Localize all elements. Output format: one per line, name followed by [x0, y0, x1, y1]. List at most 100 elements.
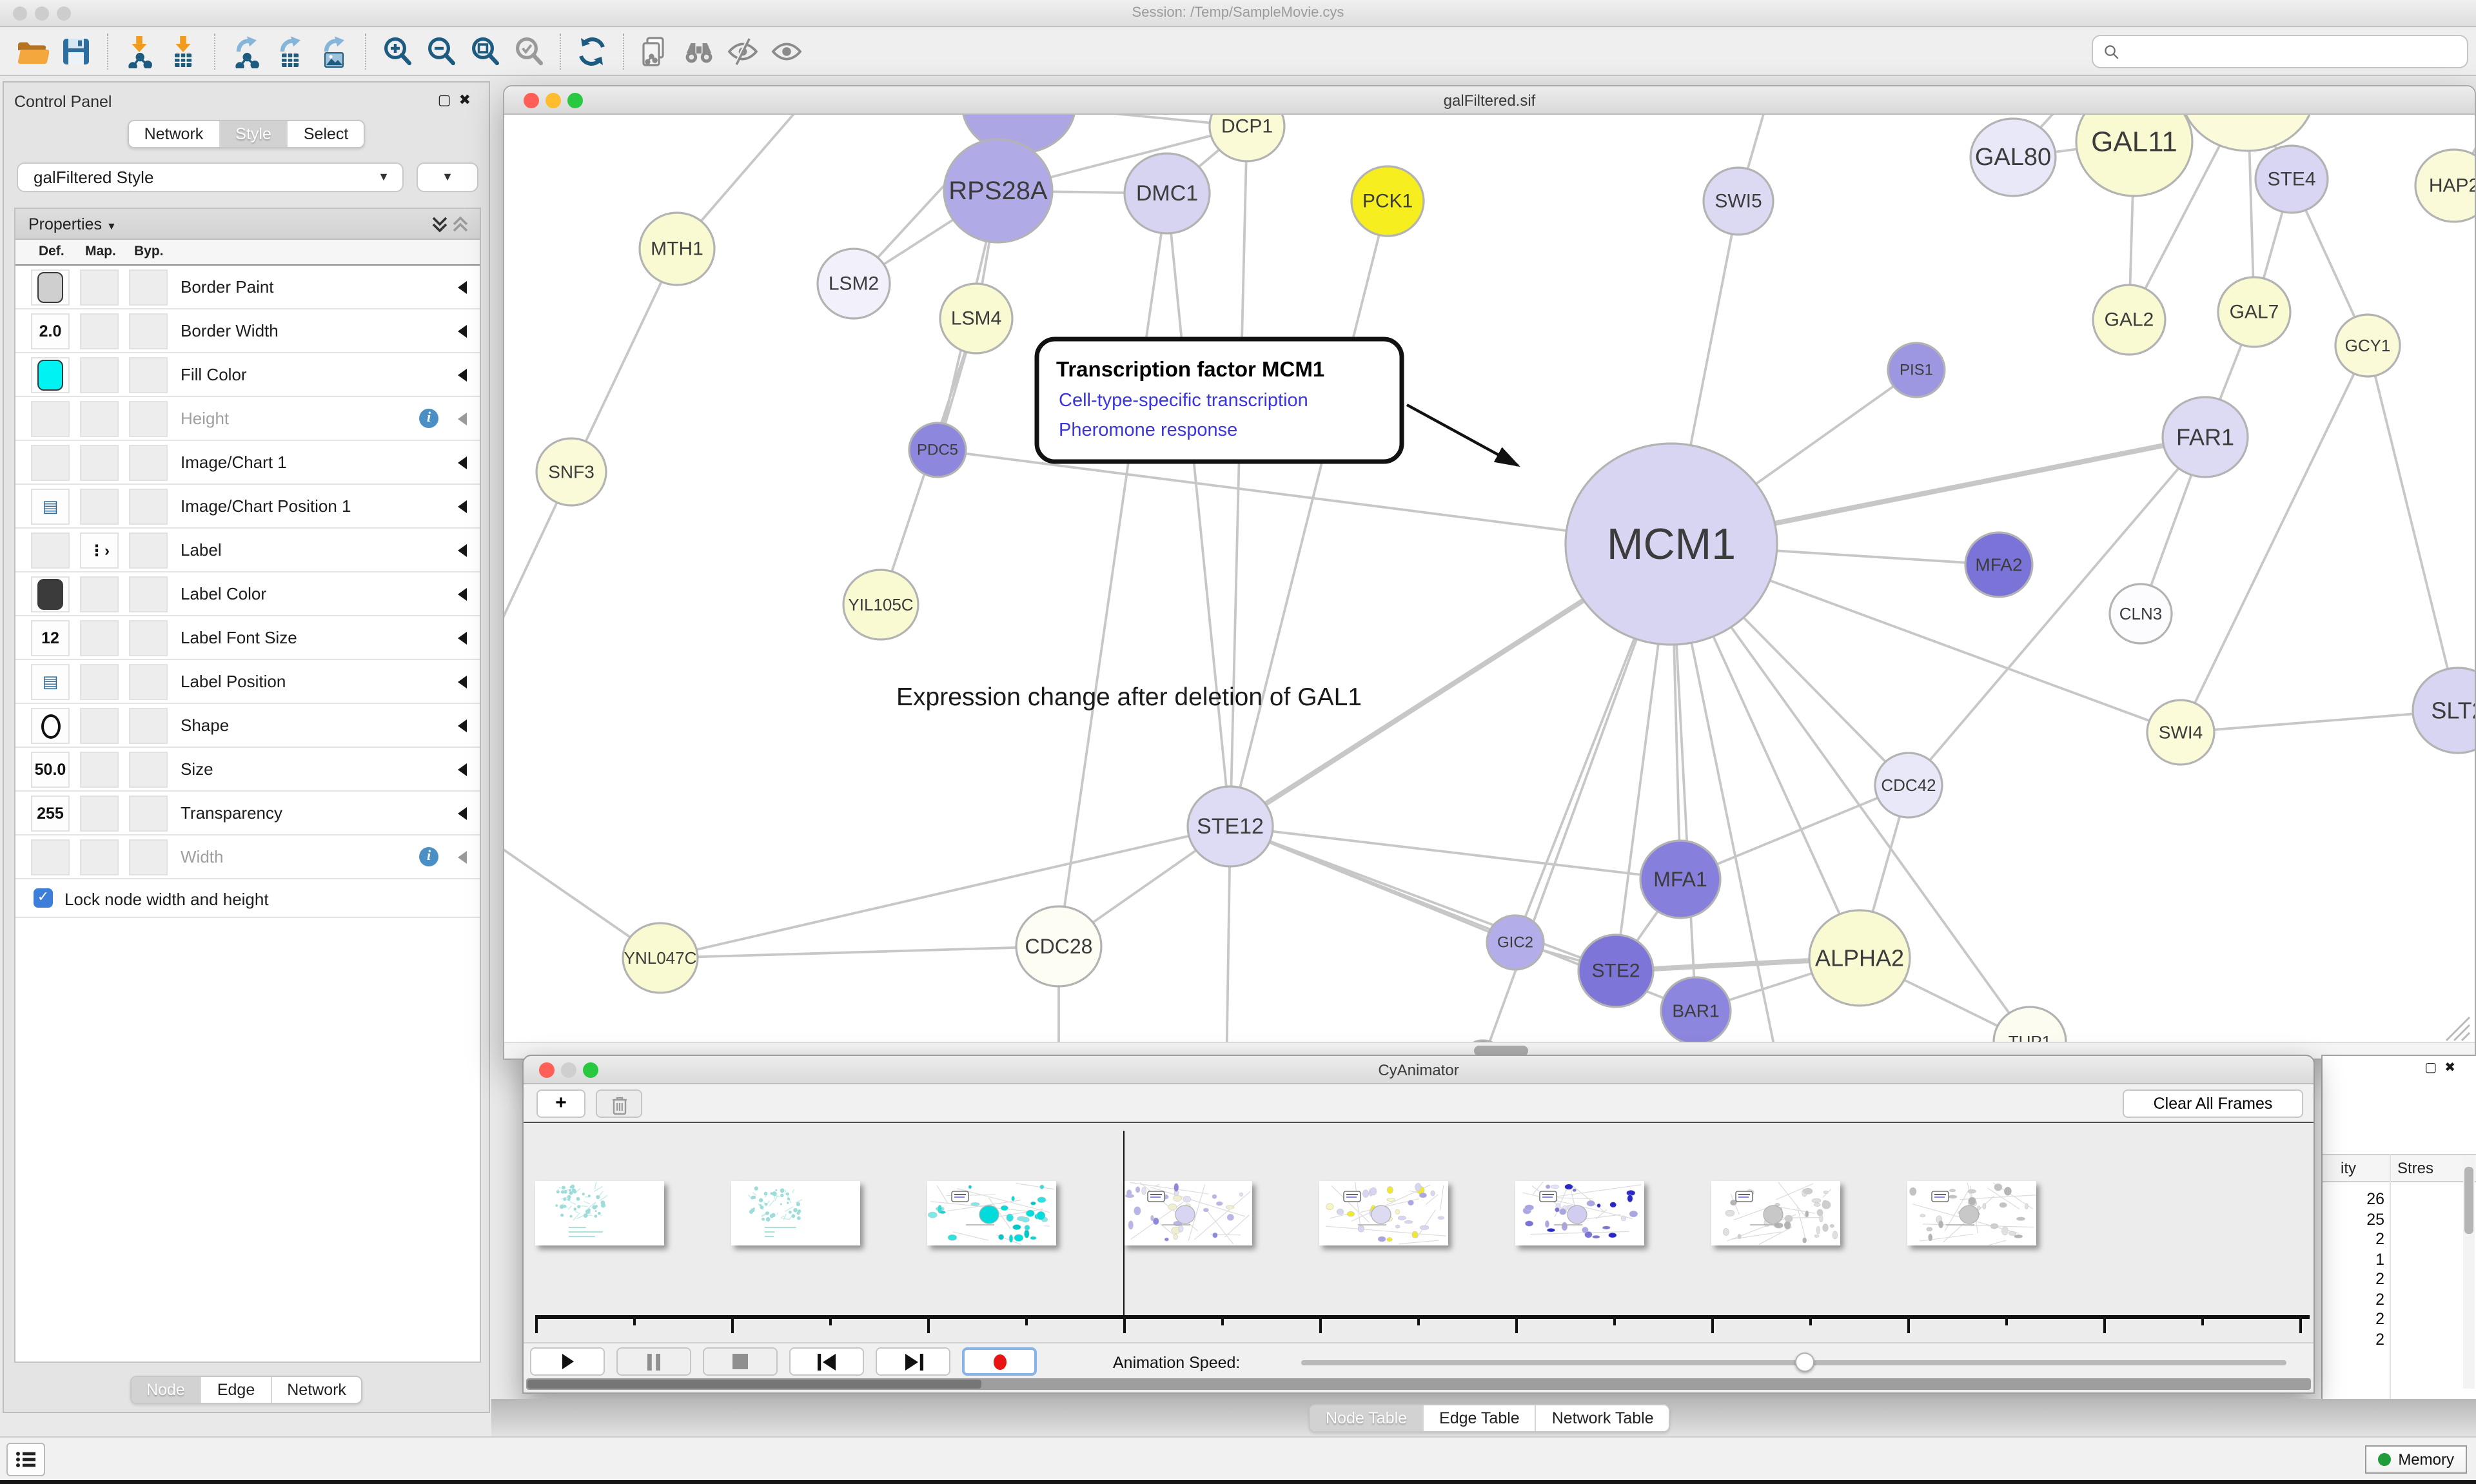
refresh-view-button[interactable]	[573, 32, 611, 71]
cell-byp[interactable]	[129, 357, 168, 393]
property-row-image-chart-position-1[interactable]: ▤Image/Chart Position 1	[15, 485, 480, 529]
cell-map[interactable]	[80, 445, 119, 481]
expand-arrow-icon[interactable]	[458, 763, 467, 776]
float-panel-icon[interactable]: ▢	[2424, 1061, 2444, 1075]
expand-arrow-icon[interactable]	[458, 281, 467, 294]
cell-def[interactable]	[31, 357, 70, 393]
property-row-border-paint[interactable]: Border Paint	[15, 266, 480, 309]
cell-def[interactable]	[31, 269, 70, 306]
cell-map[interactable]	[80, 752, 119, 788]
expand-arrow-icon[interactable]	[458, 632, 467, 645]
tab-network[interactable]: Network	[270, 1377, 362, 1403]
table-column-headers[interactable]: ity Stres	[2323, 1154, 2476, 1182]
table-row[interactable]: 2	[2323, 1230, 2384, 1248]
property-row-image-chart-1[interactable]: Image/Chart 1	[15, 441, 480, 485]
frame-thumbnail-5[interactable]	[1515, 1181, 1644, 1245]
cell-byp[interactable]	[129, 664, 168, 700]
cell-def[interactable]: 12	[31, 620, 70, 656]
table-row[interactable]: 1	[2323, 1250, 2384, 1268]
cell-map[interactable]	[80, 269, 119, 306]
zoom-fit-button[interactable]	[466, 32, 504, 71]
frame-thumbnail-4[interactable]	[1319, 1181, 1448, 1245]
cell-byp[interactable]	[129, 489, 168, 525]
property-row-label[interactable]: ⋮›Label	[15, 529, 480, 572]
open-session-button[interactable]	[13, 32, 52, 71]
tab-network-table[interactable]: Network Table	[1535, 1405, 1669, 1431]
cell-byp[interactable]	[129, 401, 168, 437]
property-row-label-font-size[interactable]: 12Label Font Size	[15, 616, 480, 660]
close-icon[interactable]	[539, 1062, 555, 1078]
frame-thumbnail-3[interactable]	[1123, 1181, 1252, 1245]
property-row-height[interactable]: Heighti	[15, 397, 480, 441]
add-frame-button[interactable]: +	[536, 1089, 585, 1118]
cyanimator-titlebar[interactable]: CyAnimator	[524, 1056, 2314, 1084]
show-panels-button[interactable]	[6, 1443, 45, 1476]
cell-byp[interactable]	[129, 532, 168, 569]
cell-map[interactable]	[80, 489, 119, 525]
property-row-size[interactable]: 50.0Size	[15, 748, 480, 792]
cell-def[interactable]: ▤	[31, 489, 70, 525]
frame-thumbnail-0[interactable]	[535, 1181, 664, 1245]
color-swatch[interactable]	[37, 272, 63, 303]
lock-checkbox[interactable]: ✓	[34, 888, 53, 908]
cell-map[interactable]	[80, 313, 119, 349]
float-panel-icon[interactable]: ▢	[438, 93, 459, 108]
pause-button[interactable]	[616, 1347, 691, 1376]
cell-map[interactable]	[80, 620, 119, 656]
frame-thumbnail-1[interactable]	[731, 1181, 860, 1245]
minimize-icon[interactable]	[545, 93, 561, 108]
cell-map[interactable]	[80, 796, 119, 832]
table-row[interactable]: 2	[2323, 1290, 2384, 1308]
cell-map[interactable]	[80, 401, 119, 437]
zoom-in-button[interactable]	[378, 32, 417, 71]
record-button[interactable]	[962, 1347, 1037, 1376]
frame-thumbnail-7[interactable]	[1907, 1181, 2036, 1245]
expand-arrow-icon[interactable]	[458, 588, 467, 601]
export-image-button[interactable]	[315, 32, 353, 71]
style-selector[interactable]: galFiltered Style▼	[17, 162, 404, 192]
cell-def[interactable]	[31, 445, 70, 481]
maximize-window-icon[interactable]	[57, 6, 71, 21]
export-network-button[interactable]	[227, 32, 266, 71]
memory-button[interactable]: Memory	[2364, 1445, 2467, 1474]
property-row-label-color[interactable]: Label Color	[15, 572, 480, 616]
zoom-out-button[interactable]	[422, 32, 460, 71]
import-network-button[interactable]	[120, 32, 159, 71]
cell-byp[interactable]	[129, 839, 168, 875]
cell-def[interactable]	[31, 532, 70, 569]
cell-def[interactable]	[31, 401, 70, 437]
expand-arrow-icon[interactable]	[458, 325, 467, 338]
export-table-button[interactable]	[271, 32, 310, 71]
tab-select[interactable]: Select	[287, 121, 364, 147]
animation-speed-slider[interactable]	[1301, 1360, 2286, 1365]
tab-edge-table[interactable]: Edge Table	[1422, 1405, 1535, 1431]
tab-style[interactable]: Style	[219, 121, 287, 147]
tab-node[interactable]: Node	[131, 1377, 201, 1403]
info-icon[interactable]: i	[419, 847, 438, 866]
save-session-button[interactable]	[57, 32, 95, 71]
clear-all-frames-button[interactable]: Clear All Frames	[2123, 1089, 2303, 1118]
tab-edge[interactable]: Edge	[201, 1377, 270, 1403]
cell-def[interactable]: ▤	[31, 664, 70, 700]
expand-arrow-icon[interactable]	[458, 676, 467, 688]
tab-network[interactable]: Network	[129, 121, 219, 147]
zoom-icon[interactable]	[567, 93, 583, 108]
frame-thumbnail-6[interactable]	[1711, 1181, 1840, 1245]
cell-map[interactable]	[80, 839, 119, 875]
cell-map[interactable]	[80, 357, 119, 393]
cyanimator-hscrollbar[interactable]	[526, 1378, 2311, 1390]
table-row[interactable]: 2	[2323, 1270, 2384, 1288]
expand-arrow-icon[interactable]	[458, 807, 467, 820]
slider-thumb[interactable]	[1794, 1352, 1814, 1372]
cell-map[interactable]	[80, 708, 119, 744]
cell-byp[interactable]	[129, 620, 168, 656]
cell-def[interactable]	[31, 576, 70, 612]
cell-byp[interactable]	[129, 796, 168, 832]
info-icon[interactable]: i	[419, 409, 438, 428]
expand-arrow-icon[interactable]	[458, 544, 467, 557]
color-swatch[interactable]	[37, 579, 63, 610]
property-row-shape[interactable]: Shape	[15, 704, 480, 748]
scrollbar-thumb[interactable]	[2464, 1167, 2473, 1234]
tab-node-table[interactable]: Node Table	[1310, 1405, 1422, 1431]
expand-arrow-icon[interactable]	[458, 500, 467, 513]
